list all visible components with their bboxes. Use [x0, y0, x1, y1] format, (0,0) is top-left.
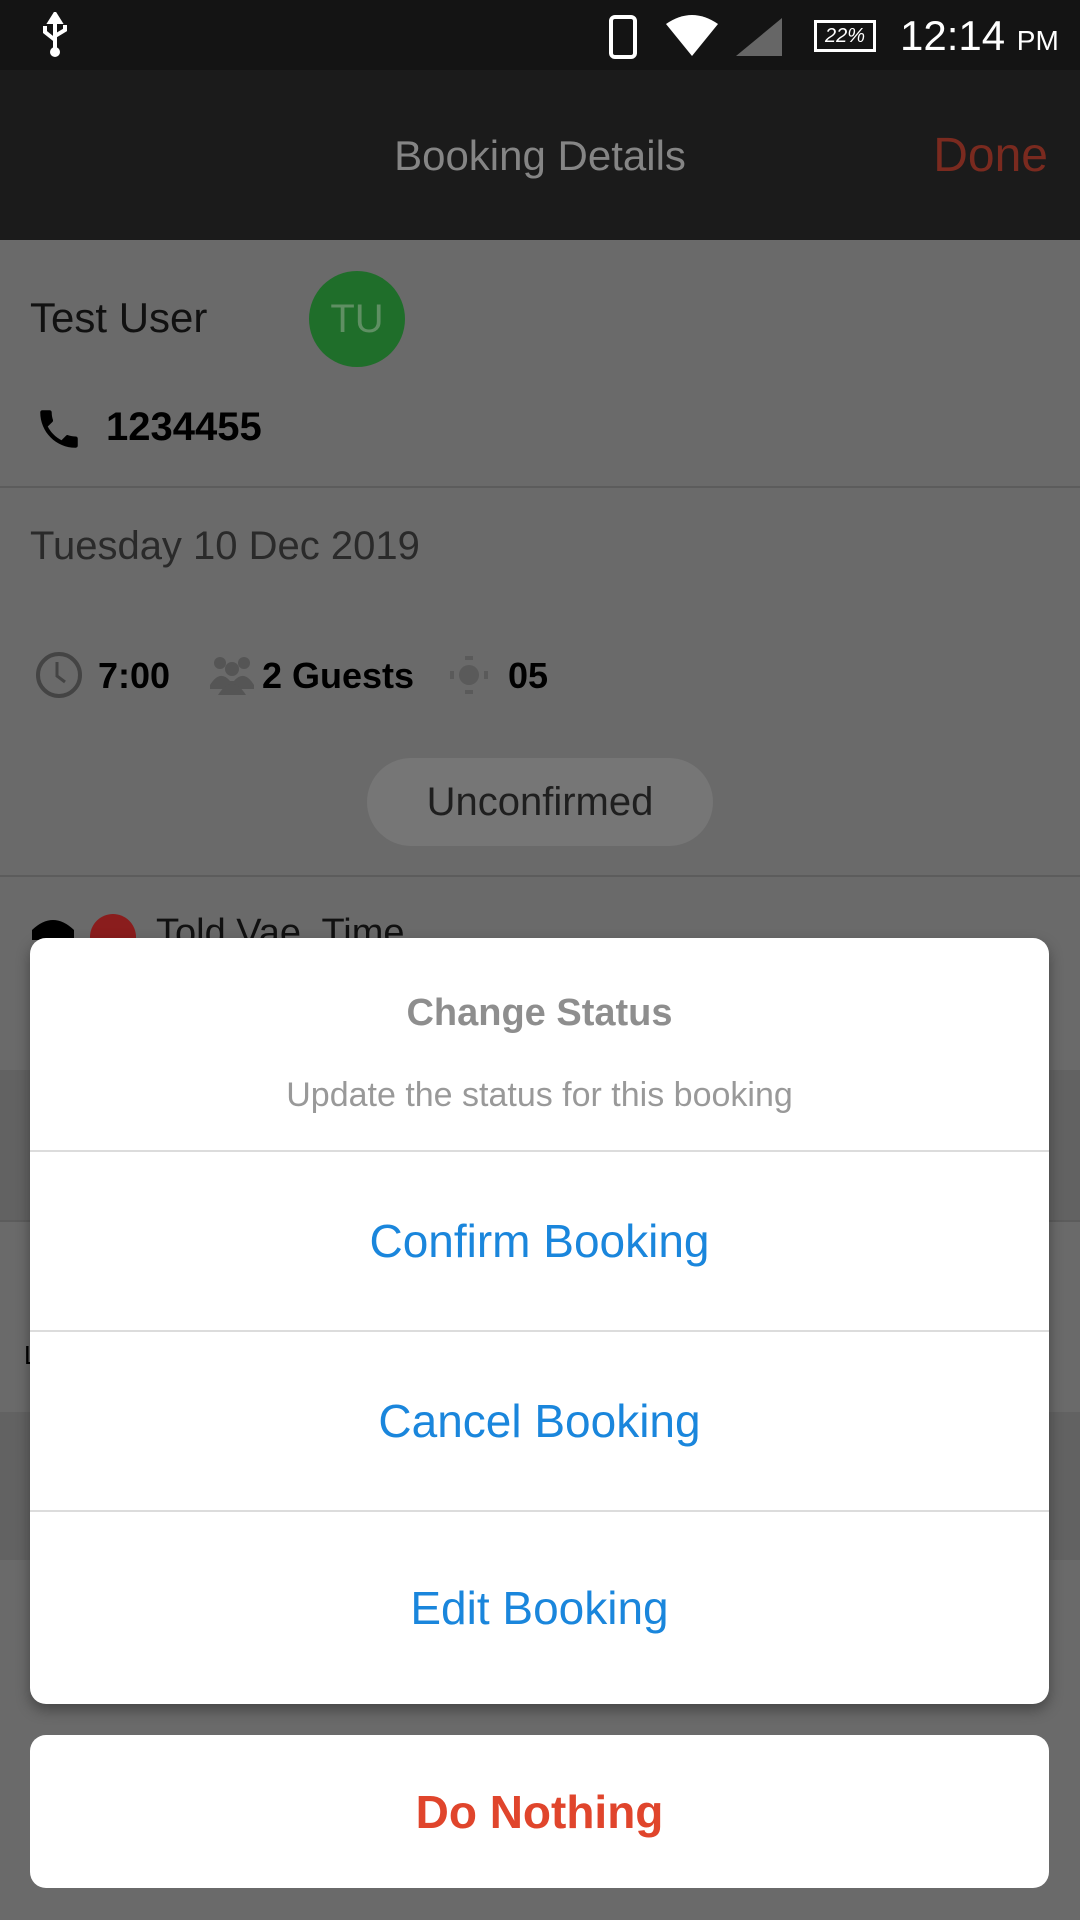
- phone-number[interactable]: 1234455: [106, 405, 262, 450]
- confirm-booking-button[interactable]: Confirm Booking: [30, 1150, 1049, 1330]
- battery-icon: 22%: [814, 20, 876, 52]
- change-status-dialog: Change Status Update the status for this…: [30, 938, 1049, 1704]
- do-nothing-button[interactable]: Do Nothing: [30, 1735, 1049, 1888]
- clock: 12:14 PM: [900, 12, 1059, 60]
- clock-icon: [36, 652, 82, 698]
- signal-icon: [736, 18, 782, 56]
- done-button[interactable]: Done: [933, 128, 1048, 183]
- table-icon: [450, 656, 488, 694]
- avatar: TU: [309, 271, 405, 367]
- ampm: PM: [1016, 25, 1059, 56]
- cancel-booking-button[interactable]: Cancel Booking: [30, 1330, 1049, 1510]
- phone-icon: [609, 15, 637, 59]
- customer-name: Test User: [30, 294, 208, 341]
- guests-icon: [210, 657, 254, 695]
- page-title: Booking Details: [394, 132, 686, 179]
- table-number: 05: [508, 655, 549, 696]
- battery-level: 22%: [824, 24, 866, 47]
- phone-call-icon[interactable]: [34, 404, 84, 454]
- edit-booking-button[interactable]: Edit Booking: [30, 1510, 1049, 1704]
- dialog-title: Change Status: [406, 992, 673, 1034]
- wifi-icon: [666, 15, 718, 56]
- booking-date: Tuesday 10 Dec 2019: [30, 524, 420, 568]
- usb-icon: [43, 12, 67, 57]
- status-bar: 22% 12:14 PM: [0, 0, 1080, 70]
- booking-time: 7:00: [98, 655, 171, 696]
- divider: [0, 486, 1080, 488]
- dialog-subtitle: Update the status for this booking: [286, 1076, 793, 1114]
- status-badge[interactable]: Unconfirmed: [367, 758, 713, 846]
- time: 12:14: [900, 12, 1006, 59]
- divider: [0, 875, 1080, 877]
- guest-count: 2 Guests: [262, 655, 415, 696]
- app-header: Booking Details Done: [0, 70, 1080, 240]
